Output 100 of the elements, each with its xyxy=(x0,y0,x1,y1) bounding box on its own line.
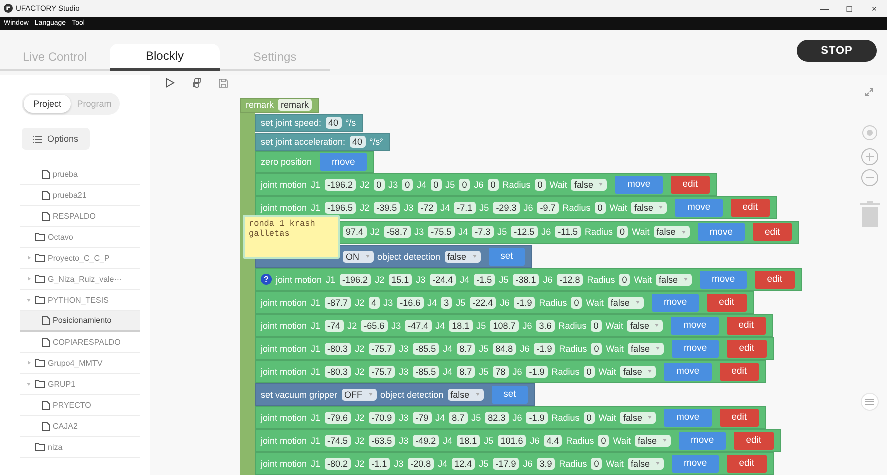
value-field[interactable]: -1.9 xyxy=(514,296,536,308)
recenter-icon[interactable] xyxy=(862,125,878,141)
value-field[interactable]: -74.5 xyxy=(324,434,352,446)
value-field[interactable]: -65.6 xyxy=(361,320,388,332)
caret-icon[interactable] xyxy=(27,382,31,386)
value-field[interactable]: remark xyxy=(278,99,312,111)
value-field[interactable]: 0 xyxy=(591,342,602,354)
action-button[interactable]: edit xyxy=(752,223,792,241)
value-field[interactable]: 4 xyxy=(368,296,380,308)
save-icon[interactable] xyxy=(219,78,228,88)
value-field[interactable]: 0 xyxy=(430,178,442,190)
motion-block[interactable]: joint motion J1 -87.7 J2 4 J3 -16.6 J4 3 J5 -22.4 J6 -1.9 Radius 0 Wait false move edit xyxy=(255,291,754,314)
value-field[interactable]: -80.3 xyxy=(324,366,352,378)
value-field[interactable]: -38.1 xyxy=(512,274,540,286)
motion-block[interactable]: joint motion J1 -196.5 J2 -39.5 J3 -72 J4 -7.1 J5 -29.3 J6 -9.7 Radius 0 Wait false move edit xyxy=(255,196,778,219)
value-field[interactable]: -72 xyxy=(418,202,437,214)
value-field[interactable]: 0 xyxy=(617,226,628,238)
action-button[interactable]: edit xyxy=(734,432,774,450)
folder-item[interactable]: Octavo xyxy=(20,227,140,248)
action-button[interactable]: edit xyxy=(727,340,767,358)
value-field[interactable]: 3 xyxy=(441,296,452,308)
value-field[interactable]: 0 xyxy=(459,178,470,190)
action-button[interactable]: edit xyxy=(755,270,795,288)
value-field[interactable]: -1.9 xyxy=(534,342,556,354)
value-field[interactable]: 3.9 xyxy=(536,458,556,470)
file-item[interactable]: CAJA2 xyxy=(20,416,140,437)
value-field[interactable]: -80.3 xyxy=(324,342,352,354)
dropdown[interactable]: false xyxy=(628,342,664,354)
value-field[interactable]: -49.2 xyxy=(412,434,440,446)
caret-icon[interactable] xyxy=(28,361,30,365)
run-icon[interactable] xyxy=(166,78,175,88)
file-item[interactable]: RESPALDO xyxy=(20,206,140,227)
value-field[interactable]: 4.4 xyxy=(544,434,562,446)
tab[interactable]: Blockly xyxy=(110,44,220,71)
value-field[interactable]: -75.7 xyxy=(368,366,396,378)
value-field[interactable]: -196.2 xyxy=(324,178,356,190)
value-field[interactable]: 0 xyxy=(590,320,602,332)
value-field[interactable]: 0 xyxy=(488,178,499,190)
motion-block[interactable]: joint motion J1 -80.2 J2 -1.1 J3 -20.8 J4 12.4 J5 -17.9 J6 3.9 Radius 0 Wait false move edit xyxy=(255,452,774,475)
options-button[interactable]: Options xyxy=(22,128,90,150)
dropdown[interactable]: false xyxy=(608,296,644,308)
file-item[interactable]: COPIARESPALDO xyxy=(20,332,140,353)
value-field[interactable]: 40 xyxy=(350,136,366,148)
motion-block[interactable]: joint motion J1 -196.2 J2 0 J3 0 J4 0 J5 0 J6 0 Radius 0 Wait false move edit xyxy=(255,173,718,196)
zoom-out-icon[interactable] xyxy=(861,169,879,187)
value-field[interactable]: -1.1 xyxy=(368,458,390,470)
window-control[interactable]: □ xyxy=(837,4,862,14)
dropdown[interactable]: OFF xyxy=(342,388,377,400)
value-field[interactable]: -17.9 xyxy=(492,458,520,470)
value-field[interactable]: 97.4 xyxy=(343,226,367,238)
action-button[interactable]: edit xyxy=(727,454,767,472)
setting-block[interactable]: set joint acceleration: 40 °/s² xyxy=(255,133,390,151)
value-field[interactable]: 40 xyxy=(326,117,342,129)
value-field[interactable]: -7.3 xyxy=(472,226,494,238)
value-field[interactable]: 101.6 xyxy=(498,434,526,446)
dropdown[interactable]: ON xyxy=(343,250,374,262)
value-field[interactable]: -74 xyxy=(324,320,344,332)
value-field[interactable]: -12.8 xyxy=(556,274,584,286)
dropdown[interactable]: false xyxy=(656,274,692,286)
toggle-option[interactable]: Project xyxy=(24,95,71,113)
dropdown[interactable]: false xyxy=(634,434,671,446)
value-field[interactable]: 0 xyxy=(619,274,630,286)
motion-block[interactable]: joint motion J1 -80.3 J2 -75.7 J3 -85.5 J4 8.7 J5 84.8 J6 -1.9 Radius 0 Wait false move edit xyxy=(255,337,774,360)
value-field[interactable]: -1.5 xyxy=(474,274,496,286)
dropdown[interactable]: false xyxy=(628,458,664,470)
folder-item[interactable]: Grupo4_MMTV xyxy=(20,353,140,374)
value-field[interactable]: 84.8 xyxy=(492,342,516,354)
value-field[interactable]: -12.5 xyxy=(511,226,538,238)
action-button[interactable]: edit xyxy=(707,294,746,312)
value-field[interactable]: 82.3 xyxy=(485,412,509,424)
value-field[interactable]: 0 xyxy=(598,434,610,446)
value-field[interactable]: 18.1 xyxy=(449,320,473,332)
dropdown[interactable]: false xyxy=(571,178,608,190)
value-field[interactable]: -85.5 xyxy=(412,342,440,354)
value-field[interactable]: -39.5 xyxy=(374,202,400,214)
value-field[interactable]: 0 xyxy=(584,366,595,378)
value-field[interactable]: 0 xyxy=(594,202,606,214)
value-field[interactable]: 8.7 xyxy=(449,412,468,424)
dropdown[interactable]: false xyxy=(448,388,484,400)
value-field[interactable]: 78 xyxy=(492,366,509,378)
folder-item[interactable]: G_Niza_Ruiz_vale··· xyxy=(20,269,140,290)
value-field[interactable]: -7.1 xyxy=(454,202,476,214)
action-button[interactable]: edit xyxy=(720,362,759,380)
zoom-in-icon[interactable] xyxy=(861,148,879,166)
comment-note[interactable]: ronda 1 krash galletas xyxy=(243,215,340,259)
value-field[interactable]: 0 xyxy=(571,296,582,308)
value-field[interactable]: 0 xyxy=(374,178,385,190)
expand-icon[interactable] xyxy=(865,88,874,97)
trash-icon[interactable] xyxy=(859,200,881,228)
value-field[interactable]: -47.4 xyxy=(405,320,432,332)
motion-block[interactable]: ? joint motion J1 -196.2 J2 15.1 J3 -24.4 J4 -1.5 J5 -38.1 J6 -12.8 Radius 0 Wait false move edit xyxy=(255,268,802,291)
value-field[interactable]: -70.9 xyxy=(368,412,396,424)
value-field[interactable]: -24.4 xyxy=(430,274,456,286)
value-field[interactable]: 12.4 xyxy=(452,458,476,470)
setting-block[interactable]: set joint speed: 40 °/s xyxy=(255,114,364,132)
window-control[interactable]: × xyxy=(862,4,887,14)
dropdown[interactable]: false xyxy=(627,320,664,332)
motion-block[interactable]: joint motion J1 -80.3 J2 -75.7 J3 -85.5 J4 8.7 J5 78 J6 -1.9 Radius 0 Wait false move edit xyxy=(255,360,766,383)
value-field[interactable]: 18.1 xyxy=(456,434,480,446)
value-field[interactable]: -16.6 xyxy=(397,296,424,308)
